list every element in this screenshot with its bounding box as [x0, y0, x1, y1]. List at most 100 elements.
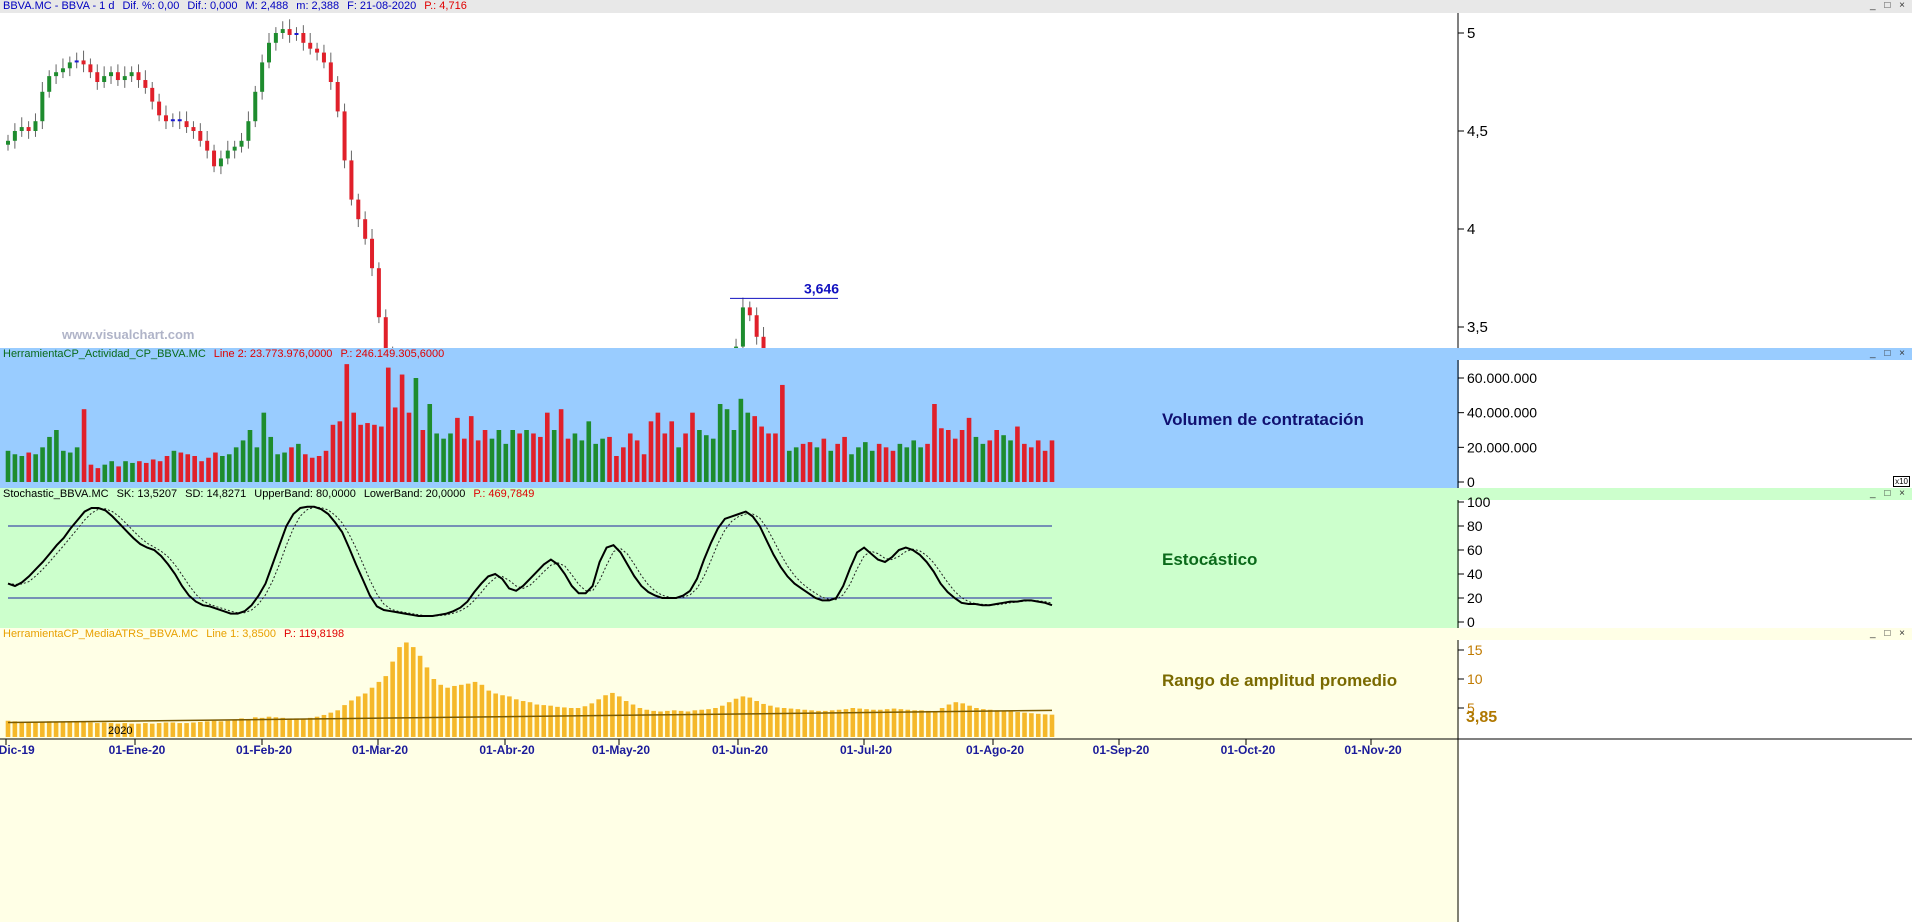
stoch-axis-bg: [1459, 500, 1912, 628]
candle-body: [157, 101, 162, 116]
atr-bar: [184, 723, 189, 737]
volume-bar: [296, 443, 301, 482]
x-tick-label: 01-Jul-20: [840, 743, 892, 757]
volume-bar: [448, 433, 453, 482]
volume-bar: [385, 367, 391, 482]
volume-bar: [61, 450, 66, 482]
candle-body: [761, 336, 766, 348]
atr-y-tick-label: 15: [1467, 642, 1483, 658]
candle-body: [218, 158, 223, 167]
atr-bar: [541, 705, 547, 737]
candle-body: [26, 127, 31, 131]
atr-bar: [733, 698, 739, 737]
atr-bar: [912, 710, 917, 737]
atr-bar: [287, 718, 292, 737]
volume-bar: [517, 433, 522, 482]
candle-body: [253, 91, 258, 122]
atr-bar: [328, 712, 334, 737]
volume-bar: [627, 433, 633, 482]
atr-bar: [424, 667, 430, 737]
volume-bar: [939, 428, 944, 482]
volume-bar: [261, 412, 267, 482]
atr-bar: [198, 721, 203, 737]
candle-body: [129, 72, 134, 77]
volume-bar: [897, 443, 903, 482]
atr-bar: [747, 697, 753, 737]
price-y-tick-label: 4,5: [1467, 123, 1488, 140]
volume-bar: [1008, 440, 1013, 482]
volume-bar: [1015, 426, 1020, 482]
candle-body: [33, 121, 38, 131]
atr-bar: [1001, 710, 1007, 737]
atr-bar: [493, 693, 498, 737]
atr-bar: [19, 721, 25, 737]
atr-bar: [932, 711, 938, 737]
atr-bar: [898, 709, 904, 737]
atr-pane: HerramientaCP_MediaATRS_BBVA.MC Line 1: 3…: [0, 628, 1912, 922]
atr-year-label: 2020: [108, 725, 133, 737]
volume-bar: [358, 424, 363, 482]
volume-bar: [945, 430, 951, 482]
volume-bar: [697, 430, 702, 482]
volume-bar: [33, 454, 38, 482]
stoch-y-tick-label: 100: [1467, 494, 1491, 510]
atr-bar: [101, 722, 107, 737]
x-tick-label: 01-May-20: [592, 743, 650, 757]
volume-bar: [323, 450, 329, 482]
volume-bar: [614, 456, 619, 482]
volume-bar: [475, 440, 481, 482]
volume-bar: [932, 404, 937, 482]
atr-bar: [486, 690, 492, 737]
volume-bar: [814, 447, 820, 482]
volume-bar: [40, 447, 45, 482]
atr-bar: [204, 721, 210, 737]
volume-bar: [233, 447, 239, 482]
atr-bar: [713, 708, 718, 737]
atr-bar: [946, 704, 952, 737]
volume-bar: [192, 456, 197, 482]
volume-bar: [800, 443, 806, 482]
volume-bar: [399, 374, 405, 482]
volume-bar: [157, 461, 163, 482]
x-tick-label: 01-Oct-20: [1221, 743, 1276, 757]
stoch-y-tick-label: 20: [1467, 590, 1483, 606]
volume-bar: [455, 417, 460, 482]
atr-last-value: 3,85: [1466, 709, 1498, 726]
candle-body: [287, 29, 292, 35]
atr-bar: [94, 723, 100, 737]
atr-bar: [170, 722, 176, 737]
atr-bar: [191, 722, 196, 737]
volume-bar: [717, 404, 723, 482]
atr-bar: [74, 721, 79, 737]
atr-bar: [232, 719, 237, 737]
volume-bar: [593, 443, 598, 482]
x-tick-label: 01-Ene-20: [109, 743, 166, 757]
price-y-tick-label: 3,5: [1467, 319, 1488, 336]
candle-body: [308, 42, 313, 49]
volume-bar: [565, 438, 571, 482]
atr-bar: [555, 706, 560, 737]
volume-bar: [47, 436, 52, 482]
volume-pane: HerramientaCP_Actividad_CP_BBVA.MC Line 2…: [0, 348, 1912, 488]
price-chart: 54,543,532,52 2,3352,335 Mínimos 20193,6…: [6, 13, 1488, 348]
volume-bar: [807, 442, 813, 482]
atr-bar: [314, 716, 320, 737]
atr-bar: [355, 696, 361, 737]
volume-bar: [496, 430, 502, 482]
atr-bar: [967, 705, 972, 737]
volume-bar: [952, 438, 958, 482]
atr-bar: [884, 709, 890, 737]
atr-bar: [369, 687, 375, 737]
candle-body: [205, 140, 210, 151]
volume-bar: [558, 409, 564, 482]
volume-bar: [863, 442, 868, 482]
volume-bar: [275, 454, 280, 482]
atr-chart: 15105 01-Dic-1901-Ene-2001-Feb-2001-Mar-…: [0, 640, 1912, 922]
volume-bar: [738, 398, 744, 482]
atr-bar: [781, 708, 787, 737]
volume-bar: [482, 430, 488, 482]
volume-bar: [116, 466, 121, 482]
candle-body: [40, 91, 45, 122]
atr-bar: [1035, 713, 1041, 737]
volume-bar: [828, 450, 834, 482]
